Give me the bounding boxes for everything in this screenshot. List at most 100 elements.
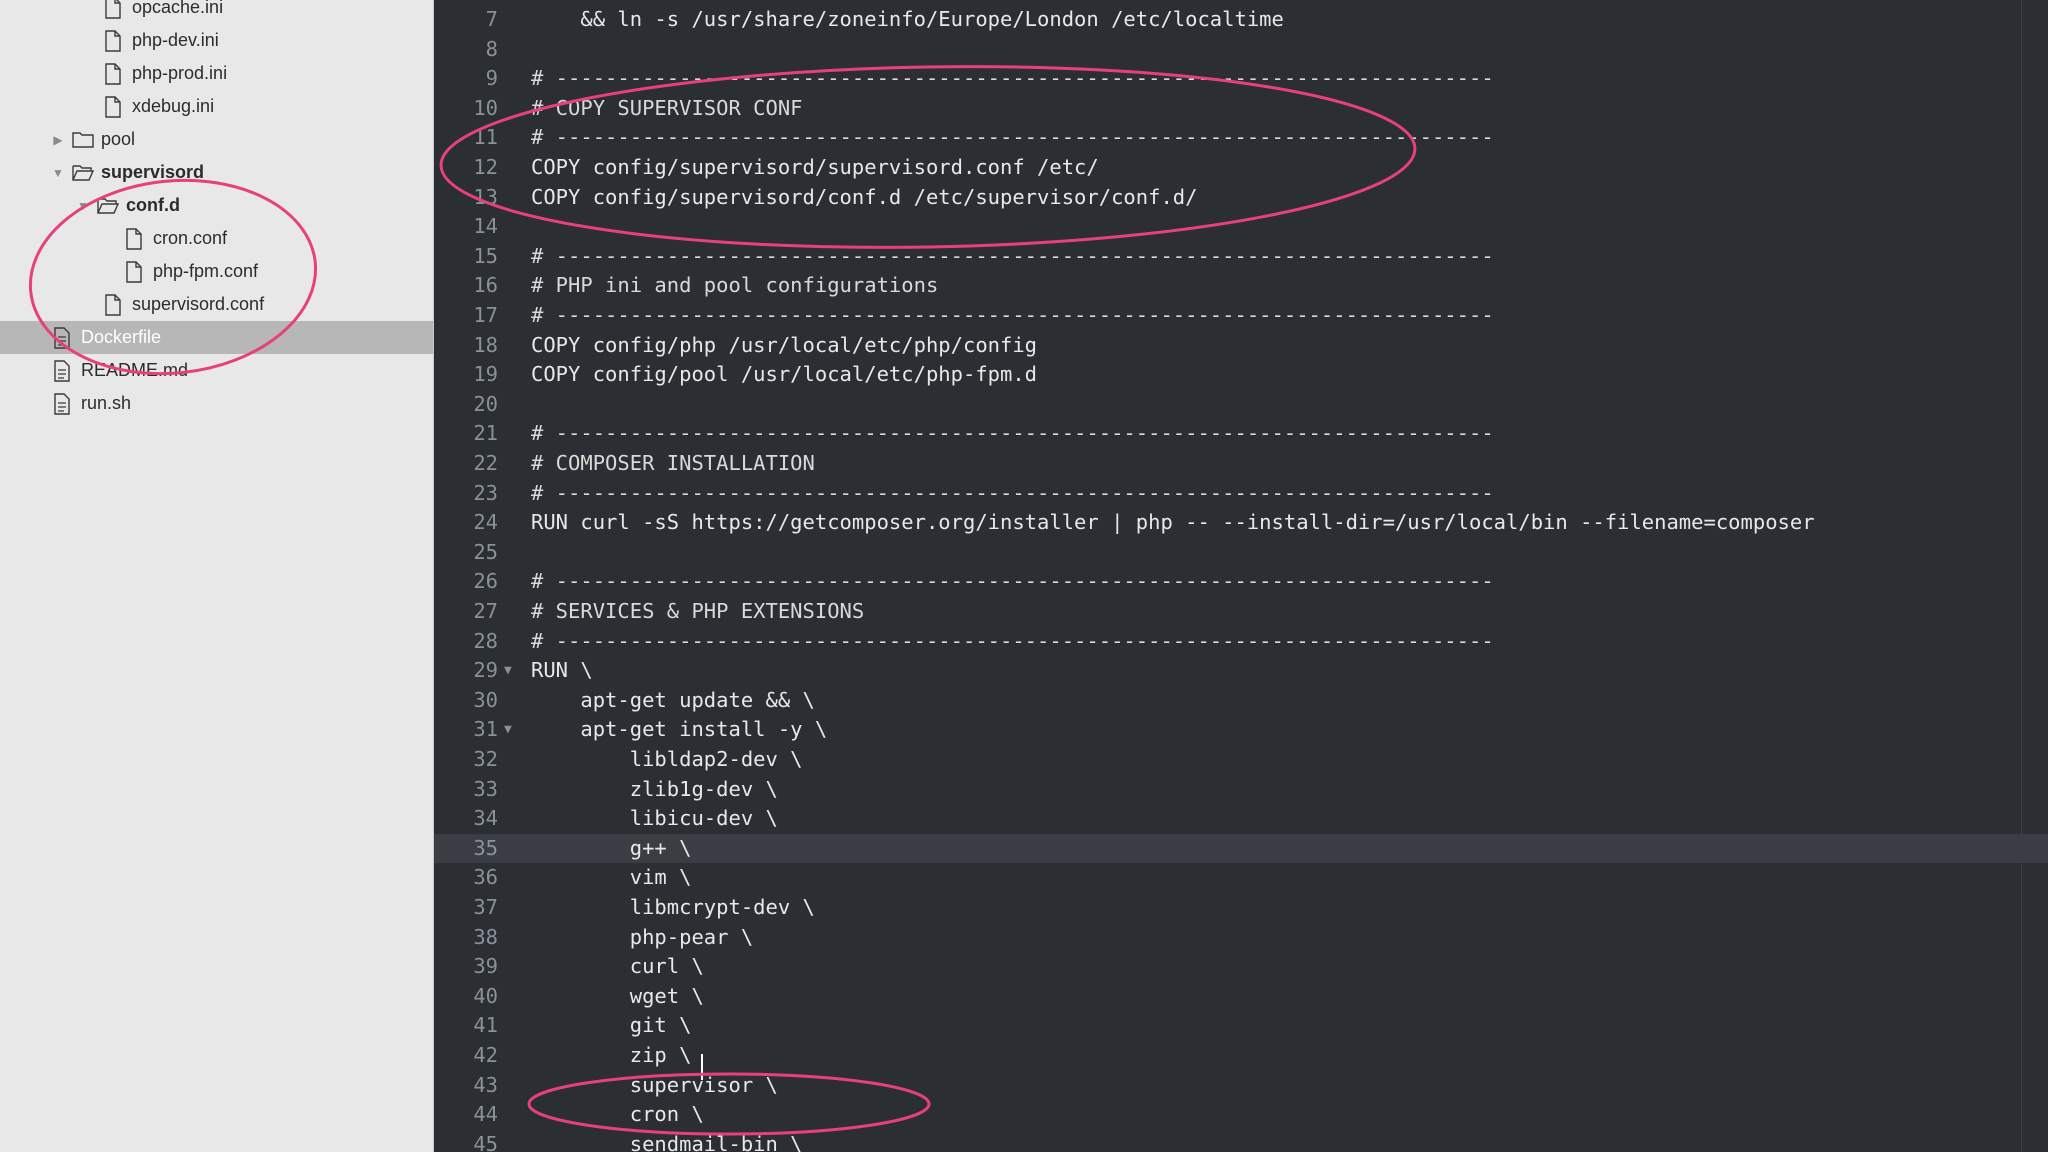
code-line-41[interactable]: 41 git \	[434, 1011, 2048, 1041]
line-number[interactable]: 15	[434, 242, 498, 272]
code-line-11[interactable]: 11 # ------------------------------------…	[434, 123, 2048, 153]
tree-item-conf-d[interactable]: ▼ conf.d	[0, 189, 433, 222]
code-line-33[interactable]: 33 zlib1g-dev \	[434, 775, 2048, 805]
code-line-44[interactable]: 44 cron \	[434, 1100, 2048, 1130]
tree-item-xdebug-ini[interactable]: xdebug.ini	[0, 90, 433, 123]
chevron-down-icon[interactable]: ▼	[75, 199, 91, 213]
line-number[interactable]: 36	[434, 863, 498, 893]
line-number[interactable]: 9	[434, 64, 498, 94]
code-line-20[interactable]: 20	[434, 390, 2048, 420]
line-number[interactable]: 44	[434, 1100, 498, 1130]
line-number[interactable]: 33	[434, 775, 498, 805]
line-number[interactable]: 28	[434, 627, 498, 657]
code-line-36[interactable]: 36 vim \	[434, 863, 2048, 893]
code-line-26[interactable]: 26 # ------------------------------------…	[434, 567, 2048, 597]
code-line-14[interactable]: 14	[434, 212, 2048, 242]
line-number[interactable]: 31	[434, 715, 498, 745]
code-editor[interactable]: 7 && ln -s /usr/share/zoneinfo/Europe/Lo…	[434, 0, 2048, 1152]
line-number[interactable]: 40	[434, 982, 498, 1012]
line-number[interactable]: 32	[434, 745, 498, 775]
line-number[interactable]: 35	[434, 834, 498, 864]
code-line-7[interactable]: 7 && ln -s /usr/share/zoneinfo/Europe/Lo…	[434, 5, 2048, 35]
line-number[interactable]: 16	[434, 271, 498, 301]
line-number[interactable]: 27	[434, 597, 498, 627]
tree-item-supervisord-conf[interactable]: supervisord.conf	[0, 288, 433, 321]
tree-item-php-prod-ini[interactable]: php-prod.ini	[0, 57, 433, 90]
line-number[interactable]: 38	[434, 923, 498, 953]
tree-item-dockerfile[interactable]: Dockerfile	[0, 321, 433, 354]
code-line-32[interactable]: 32 libldap2-dev \	[434, 745, 2048, 775]
tree-item-php-fpm-conf[interactable]: php-fpm.conf	[0, 255, 433, 288]
code-line-28[interactable]: 28 # ------------------------------------…	[434, 627, 2048, 657]
line-number[interactable]: 42	[434, 1041, 498, 1071]
line-number[interactable]: 11	[434, 123, 498, 153]
chevron-right-icon[interactable]: ▶	[50, 133, 66, 147]
line-number[interactable]: 14	[434, 212, 498, 242]
line-number[interactable]: 26	[434, 567, 498, 597]
code-line-27[interactable]: 27 # SERVICES & PHP EXTENSIONS	[434, 597, 2048, 627]
code-text: libmcrypt-dev \	[531, 895, 815, 919]
tree-item-cron-conf[interactable]: cron.conf	[0, 222, 433, 255]
code-line-30[interactable]: 30 apt-get update && \	[434, 686, 2048, 716]
line-number[interactable]: 23	[434, 479, 498, 509]
code-line-38[interactable]: 38 php-pear \	[434, 923, 2048, 953]
chevron-down-icon[interactable]: ▼	[50, 166, 66, 180]
line-number[interactable]: 21	[434, 419, 498, 449]
code-line-37[interactable]: 37 libmcrypt-dev \	[434, 893, 2048, 923]
fold-arrow-icon[interactable]: ▼	[504, 656, 512, 686]
code-line-25[interactable]: 25	[434, 538, 2048, 568]
line-number[interactable]: 29	[434, 656, 498, 686]
line-number[interactable]: 7	[434, 5, 498, 35]
code-line-29[interactable]: 29 ▼ RUN \	[434, 656, 2048, 686]
file-icon	[103, 62, 123, 85]
code-line-10[interactable]: 10 # COPY SUPERVISOR CONF	[434, 94, 2048, 124]
line-number[interactable]: 19	[434, 360, 498, 390]
code-line-35[interactable]: 35 g++ \	[434, 833, 2048, 864]
code-line-18[interactable]: 18 COPY config/php /usr/local/etc/php/con…	[434, 331, 2048, 361]
tree-item-php-dev-ini[interactable]: php-dev.ini	[0, 24, 433, 57]
code-line-45[interactable]: 45 sendmail-bin \	[434, 1130, 2048, 1152]
line-number[interactable]: 8	[434, 35, 498, 65]
line-number[interactable]: 17	[434, 301, 498, 331]
code-line-9[interactable]: 9 # -------------------------------------…	[434, 64, 2048, 94]
line-number[interactable]: 18	[434, 331, 498, 361]
code-line-17[interactable]: 17 # ------------------------------------…	[434, 301, 2048, 331]
line-number[interactable]: 10	[434, 94, 498, 124]
code-line-43[interactable]: 43 supervisor \	[434, 1071, 2048, 1101]
code-line-31[interactable]: 31 ▼ apt-get install -y \	[434, 715, 2048, 745]
line-number[interactable]: 41	[434, 1011, 498, 1041]
line-number[interactable]: 45	[434, 1130, 498, 1152]
line-number[interactable]: 25	[434, 538, 498, 568]
code-line-21[interactable]: 21 # ------------------------------------…	[434, 419, 2048, 449]
line-number[interactable]: 13	[434, 183, 498, 213]
tree-item-pool[interactable]: ▶ pool	[0, 123, 433, 156]
line-number[interactable]: 24	[434, 508, 498, 538]
tree-item-readme-md[interactable]: README.md	[0, 354, 433, 387]
tree-item-opcache-ini[interactable]: opcache.ini	[0, 0, 433, 24]
line-number[interactable]: 30	[434, 686, 498, 716]
tree-item-supervisord[interactable]: ▼ supervisord	[0, 156, 433, 189]
code-line-22[interactable]: 22 # COMPOSER INSTALLATION	[434, 449, 2048, 479]
line-number[interactable]: 22	[434, 449, 498, 479]
code-line-40[interactable]: 40 wget \	[434, 982, 2048, 1012]
code-line-16[interactable]: 16 # PHP ini and pool configurations	[434, 271, 2048, 301]
code-line-24[interactable]: 24 RUN curl -sS https://getcomposer.org/i…	[434, 508, 2048, 538]
code-line-34[interactable]: 34 libicu-dev \	[434, 804, 2048, 834]
line-number[interactable]: 34	[434, 804, 498, 834]
code-line-19[interactable]: 19 COPY config/pool /usr/local/etc/php-fp…	[434, 360, 2048, 390]
fold-arrow-icon[interactable]: ▼	[504, 715, 512, 745]
tree-item-label: php-fpm.conf	[153, 261, 259, 281]
code-line-39[interactable]: 39 curl \	[434, 952, 2048, 982]
code-line-13[interactable]: 13 COPY config/supervisord/conf.d /etc/su…	[434, 183, 2048, 213]
line-number[interactable]: 43	[434, 1071, 498, 1101]
code-line-12[interactable]: 12 COPY config/supervisord/supervisord.co…	[434, 153, 2048, 183]
code-line-23[interactable]: 23 # ------------------------------------…	[434, 479, 2048, 509]
code-line-15[interactable]: 15 # ------------------------------------…	[434, 242, 2048, 272]
line-number[interactable]: 39	[434, 952, 498, 982]
tree-item-run-sh[interactable]: run.sh	[0, 387, 433, 420]
code-line-42[interactable]: 42 zip \	[434, 1041, 2048, 1071]
line-number[interactable]: 12	[434, 153, 498, 183]
code-line-8[interactable]: 8	[434, 35, 2048, 65]
line-number[interactable]: 20	[434, 390, 498, 420]
line-number[interactable]: 37	[434, 893, 498, 923]
